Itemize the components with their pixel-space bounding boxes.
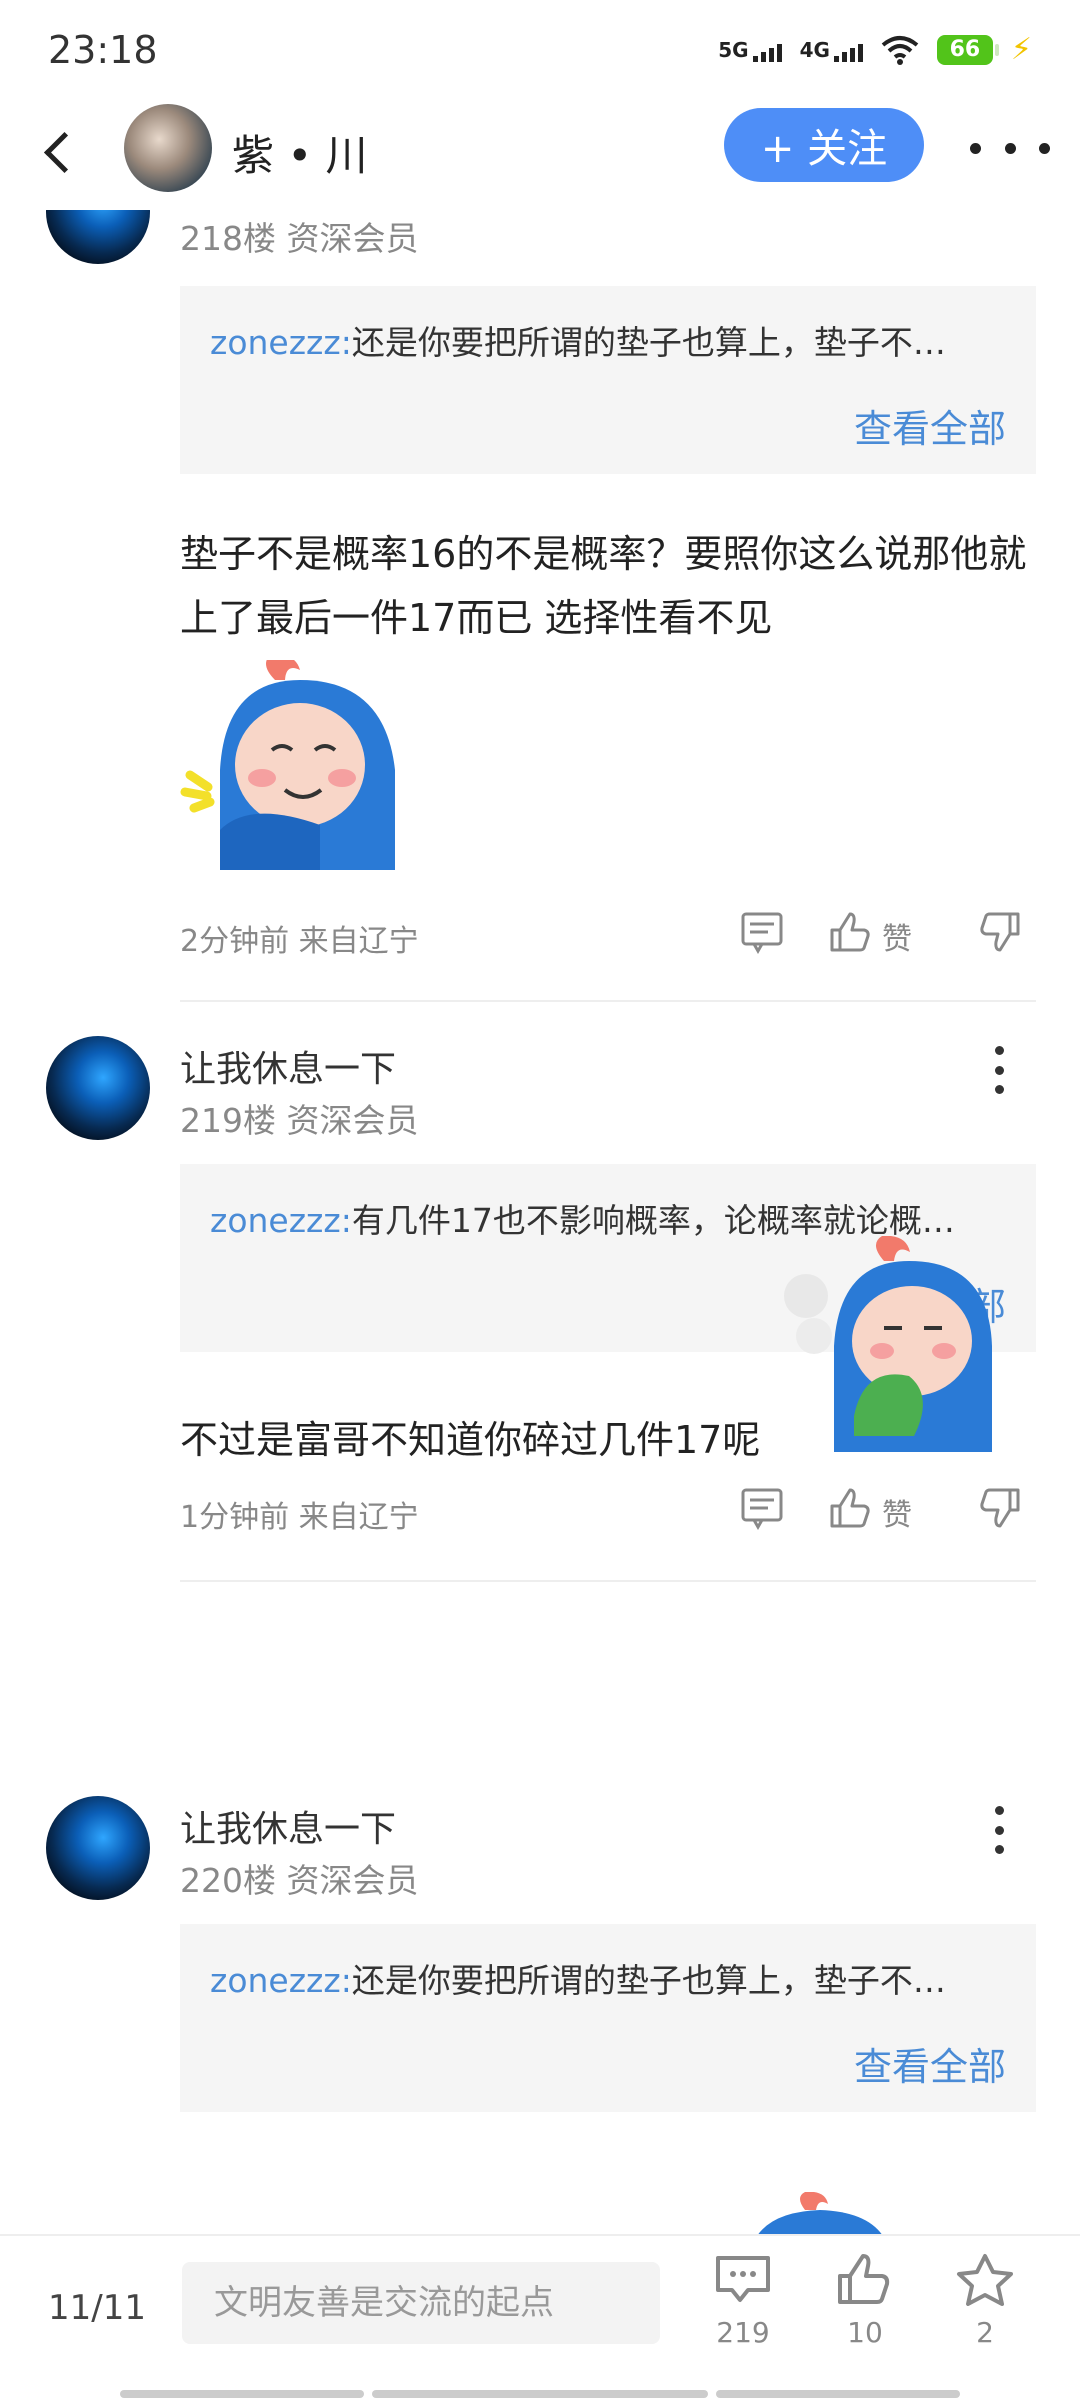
signal-5g-icon: 5G — [718, 37, 782, 62]
signal-4g-icon: 4G — [800, 38, 863, 62]
divider — [180, 1000, 1036, 1002]
author-name[interactable]: 紫 • 川 — [232, 122, 367, 183]
quote-text: 还是你要把所谓的垫子也算上，垫子不… — [351, 323, 946, 362]
floor-label: 219楼 资深会员 — [180, 1101, 419, 1140]
battery-icon: 66 — [936, 34, 999, 65]
comment-more-icon[interactable] — [992, 1806, 1006, 1854]
like-label[interactable]: 赞 — [882, 914, 912, 958]
battery-level: 66 — [949, 37, 981, 62]
reply-icon[interactable] — [740, 910, 784, 954]
charging-icon: ⚡ — [1010, 32, 1032, 67]
quote-text: 有几件17也不影响概率，论概率就论概… — [351, 1201, 955, 1240]
nav-gesture-bar — [372, 2390, 708, 2398]
comment-time: 2分钟前 来自辽宁 — [180, 924, 419, 959]
likes-button[interactable]: 10 — [820, 2252, 910, 2349]
comment-text: 不过是富哥不知道你碎过几件17呢 — [180, 1418, 761, 1462]
sticker-hug-icon — [180, 660, 395, 870]
comment-footer: 1分钟前 来自辽宁 赞 — [180, 1486, 1036, 1536]
comment-input[interactable]: 文明友善是交流的起点 — [182, 2262, 660, 2344]
star-icon — [957, 2254, 1013, 2306]
comments-button[interactable]: 219 — [698, 2252, 788, 2349]
comments-count: 219 — [716, 2316, 770, 2349]
comment-text: 垫子不是概率16的不是概率？要照你这么说那他就上了最后一件17而已 选择性看不见 — [180, 532, 1027, 640]
back-arrow-icon[interactable] — [36, 126, 86, 176]
quoted-reply[interactable]: zonezzz:还是你要把所谓的垫子也算上，垫子不… 查看全部 — [180, 286, 1036, 474]
follow-button[interactable]: + 关注 — [724, 108, 924, 182]
like-label[interactable]: 赞 — [882, 1490, 912, 1534]
favorites-count: 2 — [976, 2316, 994, 2349]
dislike-icon[interactable] — [978, 1486, 1022, 1530]
bottom-action-bar: 11/11 文明友善是交流的起点 219 10 2 — [0, 2234, 1080, 2402]
view-all-link[interactable]: 查看全部 — [854, 2036, 1006, 2091]
like-icon[interactable] — [828, 1486, 872, 1530]
thread-header: 紫 • 川 + 关注 — [0, 100, 1080, 210]
view-all-link[interactable]: 查看全部 — [854, 398, 1006, 453]
nav-gesture-bar — [716, 2390, 960, 2398]
comment-footer: 2分钟前 来自辽宁 赞 — [180, 910, 1036, 960]
wifi-icon — [881, 35, 919, 65]
quote-username[interactable]: zonezzz: — [210, 1961, 352, 2000]
floor-label: 220楼 资深会员 — [180, 1861, 419, 1900]
sticker-peek-icon — [757, 2192, 883, 2235]
comment-list[interactable]: 218楼 资深会员 zonezzz:还是你要把所谓的垫子也算上，垫子不… 查看全… — [0, 210, 1080, 2235]
commenter-name[interactable]: 让我休息一下 — [180, 1800, 396, 1852]
reply-icon[interactable] — [740, 1486, 784, 1530]
commenter-avatar[interactable] — [46, 1036, 150, 1140]
divider — [180, 1580, 1036, 1582]
comments-icon — [716, 2256, 770, 2302]
more-options-icon[interactable] — [970, 128, 1050, 168]
status-bar: 23:18 5G 4G 66 ⚡ — [0, 0, 1080, 100]
comment-time: 1分钟前 来自辽宁 — [180, 1500, 419, 1535]
comment-more-icon[interactable] — [992, 1046, 1006, 1094]
nav-gesture-bar — [120, 2390, 364, 2398]
commenter-avatar[interactable] — [46, 210, 150, 264]
network-5g-label: 5G — [718, 37, 749, 62]
quoted-reply[interactable]: zonezzz:还是你要把所谓的垫子也算上，垫子不… 查看全部 — [180, 1924, 1036, 2112]
commenter-avatar[interactable] — [46, 1796, 150, 1900]
favorite-button[interactable]: 2 — [940, 2252, 1030, 2349]
quote-username[interactable]: zonezzz: — [210, 323, 352, 362]
network-4g-label: 4G — [799, 37, 830, 62]
likes-count: 10 — [847, 2316, 883, 2349]
like-icon[interactable] — [828, 910, 872, 954]
page-indicator[interactable]: 11/11 — [48, 2288, 146, 2328]
commenter-name[interactable]: 让我休息一下 — [180, 1040, 396, 1092]
author-avatar[interactable] — [124, 104, 212, 192]
thumbs-up-icon — [838, 2254, 890, 2304]
quote-username[interactable]: zonezzz: — [210, 1201, 352, 1240]
status-time: 23:18 — [48, 28, 158, 72]
floor-label: 218楼 资深会员 — [180, 219, 419, 258]
quote-text: 还是你要把所谓的垫子也算上，垫子不… — [351, 1961, 946, 2000]
sticker-sigh-icon — [784, 1236, 992, 1452]
dislike-icon[interactable] — [978, 910, 1022, 954]
